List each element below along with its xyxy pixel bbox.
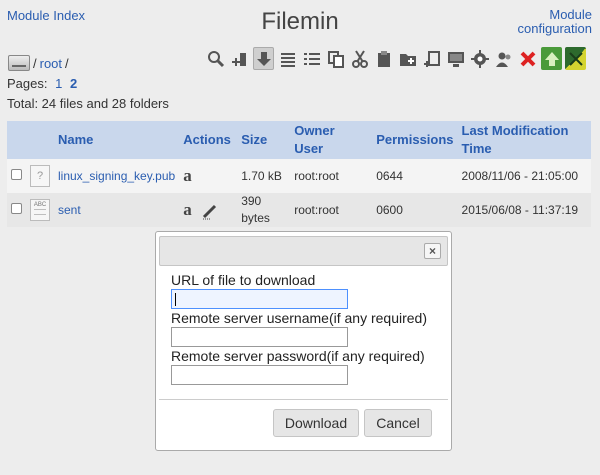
- file-table: Name Actions Size Owner User Permissions …: [7, 121, 591, 227]
- page-title: Filemin: [261, 8, 339, 35]
- hard-drive-icon[interactable]: [8, 55, 30, 71]
- pagination: Pages: 1 2: [7, 76, 77, 91]
- pages-label: Pages:: [7, 76, 48, 91]
- file-name-link[interactable]: linux_signing_key.pub: [58, 169, 175, 183]
- file-size: 390 bytes: [237, 193, 291, 227]
- cut-icon[interactable]: [349, 47, 370, 70]
- password-input[interactable]: [171, 365, 348, 385]
- terminal-icon[interactable]: [445, 47, 466, 70]
- breadcrumb-prefix: /: [33, 55, 37, 71]
- total-count: Total: 24 files and 28 folders: [7, 96, 169, 111]
- cancel-button[interactable]: Cancel: [364, 409, 432, 437]
- col-modified[interactable]: Last Modification Time: [457, 121, 591, 159]
- module-configuration-link[interactable]: Module configuration: [518, 8, 592, 36]
- url-label: URL of file to download: [171, 272, 316, 288]
- col-size[interactable]: Size: [237, 121, 291, 159]
- file-modified: 2015/06/08 - 11:37:19: [457, 193, 591, 227]
- download-dialog: × URL of file to download Remote server …: [155, 231, 452, 451]
- page-link-1[interactable]: 1: [55, 76, 62, 91]
- col-owner-line1: Owner: [294, 123, 335, 138]
- file-permissions: 0644: [372, 159, 458, 193]
- file-owner: root:root: [290, 159, 373, 193]
- file-owner: root:root: [290, 193, 373, 227]
- username-label: Remote server username(if any required): [171, 310, 427, 326]
- detailed-list-icon[interactable]: [301, 47, 322, 70]
- upload-icon[interactable]: [541, 47, 562, 70]
- copy-icon[interactable]: [325, 47, 346, 70]
- file-modified: 2008/11/06 - 21:05:00: [457, 159, 591, 193]
- text-caret: [175, 293, 176, 306]
- col-owner-line2: User: [294, 141, 324, 156]
- tinycore-icon[interactable]: [565, 47, 586, 70]
- file-size-line2: bytes: [241, 211, 270, 225]
- edit-pencil-icon[interactable]: [201, 202, 219, 220]
- search-icon[interactable]: [205, 47, 226, 70]
- table-row[interactable]: ? linux_signing_key.pub a 1.70 kB root:r…: [7, 159, 591, 193]
- col-name[interactable]: Name: [54, 121, 180, 159]
- url-input[interactable]: [171, 289, 348, 309]
- row-checkbox[interactable]: [11, 169, 22, 180]
- breadcrumb-suffix: /: [65, 55, 69, 71]
- col-modified-line1: Last Modification: [461, 123, 569, 138]
- col-owner[interactable]: Owner User: [290, 121, 373, 159]
- download-icon[interactable]: [253, 47, 274, 70]
- module-configuration-line1: Module: [549, 7, 592, 22]
- users-icon[interactable]: [493, 47, 514, 70]
- new-folder-icon[interactable]: [397, 47, 418, 70]
- toolbar: [205, 47, 586, 70]
- password-label: Remote server password(if any required): [171, 348, 425, 364]
- new-file-icon[interactable]: [421, 47, 442, 70]
- settings-icon[interactable]: [469, 47, 490, 70]
- delete-icon[interactable]: [517, 47, 538, 70]
- rename-icon[interactable]: a: [183, 166, 192, 185]
- bookmark-add-icon[interactable]: [229, 47, 250, 70]
- rename-icon[interactable]: a: [183, 200, 192, 219]
- dialog-separator: [159, 399, 448, 400]
- table-row[interactable]: ABC —— —— sent a 390 bytes root:root 0600 2…: [7, 193, 591, 227]
- download-button[interactable]: Download: [273, 409, 359, 437]
- dialog-titlebar[interactable]: ×: [159, 236, 448, 266]
- unknown-file-icon: ?: [30, 165, 50, 187]
- row-checkbox[interactable]: [11, 203, 22, 214]
- breadcrumb: / root /: [8, 55, 69, 71]
- paste-icon[interactable]: [373, 47, 394, 70]
- text-file-icon: ABC —— ——: [30, 199, 50, 221]
- col-actions: Actions: [179, 121, 238, 159]
- file-name-link[interactable]: sent: [58, 203, 81, 217]
- username-input[interactable]: [171, 327, 348, 347]
- page-link-2[interactable]: 2: [70, 76, 77, 91]
- list-icon[interactable]: [277, 47, 298, 70]
- file-permissions: 0600: [372, 193, 458, 227]
- file-size-line1: 390: [241, 194, 262, 208]
- breadcrumb-root-link[interactable]: root: [40, 56, 62, 71]
- col-permissions[interactable]: Permissions: [372, 121, 458, 159]
- col-modified-line2: Time: [461, 141, 492, 156]
- close-icon[interactable]: ×: [424, 243, 441, 259]
- file-size: 1.70 kB: [237, 159, 291, 193]
- module-configuration-line2: configuration: [517, 21, 592, 36]
